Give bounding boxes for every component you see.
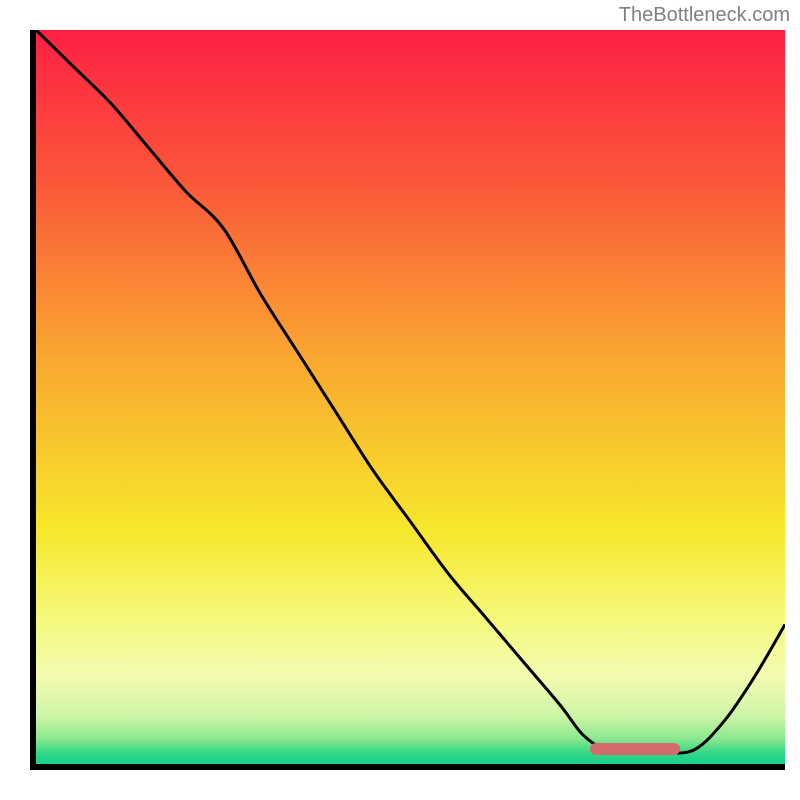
optimal-range-marker [590, 743, 680, 755]
watermark-text: TheBottleneck.com [619, 4, 790, 27]
bottleneck-curve [36, 30, 785, 753]
line-layer [36, 30, 785, 764]
chart-container: TheBottleneck.com [0, 0, 800, 800]
plot-area [36, 30, 785, 764]
